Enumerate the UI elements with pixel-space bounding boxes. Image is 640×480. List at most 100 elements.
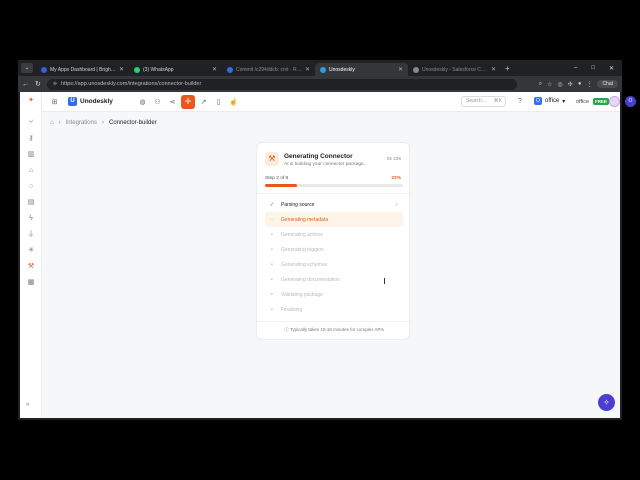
extension-icon[interactable]: ◎ — [558, 81, 563, 88]
plug-icon[interactable]: ⏚ — [26, 230, 36, 240]
card-footer: ⓘ Typically takes 10-15 minutes for comp… — [257, 327, 411, 333]
app-logo-icon[interactable]: ✦ — [26, 96, 36, 106]
step-counter: Step 2 of 8 — [265, 176, 289, 181]
key-icon[interactable]: ⚷ — [26, 134, 36, 144]
close-tab-icon[interactable]: ✕ — [212, 66, 217, 73]
expand-sidebar-icon[interactable]: » — [26, 402, 29, 408]
breadcrumb-separator: › — [58, 120, 61, 126]
step-item: ▪ Generating actions — [265, 227, 403, 242]
tab-label: Unosdeskly - Salesforce Connector — [422, 66, 488, 73]
pending-icon: ▪ — [271, 291, 273, 298]
minimize-button[interactable]: – — [574, 65, 577, 72]
card-title: Generating Connector — [284, 153, 353, 160]
browser-extensions: ⌕ ☆ ◎ ✣ ● ⋮ Chat — [539, 80, 618, 88]
generating-connector-card: ⚒ Generating Connector AI is building yo… — [256, 142, 411, 340]
browser-tab[interactable]: Unosdeskly ✕ — [315, 63, 408, 76]
wrench-icon[interactable]: ⚒ — [26, 262, 36, 272]
window-controls: – □ ✕ — [574, 65, 622, 76]
step-label: Finalizing — [281, 306, 303, 313]
close-tab-icon[interactable]: ✕ — [491, 66, 496, 73]
home-icon[interactable]: ⌂ — [50, 120, 54, 126]
close-window-button[interactable]: ✕ — [609, 65, 614, 72]
search-input[interactable]: Search... ⌘K — [461, 96, 506, 107]
puzzle-icon[interactable]: ✣ — [568, 81, 573, 88]
logo-text[interactable]: Unodeskly — [80, 98, 113, 105]
zoom-icon[interactable]: ⌕ — [539, 81, 542, 88]
app-window: ✦ ⑂ ⚷ ▥ ⌂ ○ ▤ ϟ ⏚ ✳ ⚒ ▦ » ⊞ U Unodeskly … — [20, 92, 636, 418]
breadcrumb-current: Connector-builder — [108, 120, 157, 126]
thumbs-up-icon[interactable]: ☝ — [229, 98, 238, 107]
search-placeholder: Search... — [466, 98, 487, 104]
close-tab-icon[interactable]: ✕ — [398, 66, 403, 73]
connector-builder-icon[interactable]: ✛ — [181, 95, 195, 109]
pending-icon: ▪ — [271, 261, 273, 268]
progress-bar — [265, 184, 403, 187]
tab-strip: ⌄ My Apps Dashboard | BrightSpring✕(3) W… — [18, 60, 622, 76]
tab-favicon-icon — [227, 66, 233, 73]
app-header: ⊞ U Unodeskly ◍ ⚇ ⋖ ✛ ↗ ▯ ☝ Search... ⌘K… — [42, 92, 636, 112]
chart-icon[interactable]: ▥ — [26, 150, 36, 160]
step-item: ▪ Finalizing — [265, 302, 403, 317]
workspace-switcher[interactable]: O office ▾ — [534, 97, 565, 105]
steps-list: ✓ Parsing source ✓ ◌ Generating metadata ▪ Gen… — [265, 197, 403, 317]
menu-icon[interactable]: ⋮ — [586, 81, 592, 88]
bookmark-icon[interactable]: ☆ — [547, 81, 552, 88]
tab-search-button[interactable]: ⌄ — [21, 63, 33, 73]
globe-icon[interactable]: ◍ — [138, 98, 147, 107]
document-icon[interactable]: ▤ — [26, 198, 36, 208]
step-status-mark: ✓ — [394, 201, 399, 208]
assistant-fab-button[interactable]: ✧ — [598, 394, 615, 411]
left-rail: ✦ ⑂ ⚷ ▥ ⌂ ○ ▤ ϟ ⏚ ✳ ⚒ ▦ » — [20, 92, 42, 418]
workspace-label: office — [576, 99, 590, 105]
close-tab-icon[interactable]: ✕ — [305, 66, 310, 73]
reload-icon[interactable]: ↻ — [35, 80, 41, 88]
check-icon: ✓ — [269, 201, 275, 208]
site-info-icon[interactable]: ⊜ — [53, 81, 57, 87]
browser-tab[interactable]: Unosdeskly - Salesforce Connector✕ — [408, 63, 501, 76]
maximize-button[interactable]: □ — [591, 65, 595, 72]
step-label: Generating documentation — [281, 276, 340, 283]
close-tab-icon[interactable]: ✕ — [119, 66, 124, 73]
browser-tab[interactable]: Commit /c294ddcb: cmt · Repo ✕ — [222, 63, 315, 76]
breadcrumb-integrations[interactable]: Integrations — [66, 120, 97, 126]
mouse-cursor — [384, 278, 388, 284]
pending-icon: ▪ — [271, 246, 273, 253]
workspace-name: office — [545, 98, 560, 104]
tab-favicon-icon — [413, 66, 419, 73]
chevron-down-icon: ▾ — [562, 98, 566, 105]
search-icon[interactable]: ○ — [26, 182, 36, 192]
assistant-avatar[interactable] — [609, 96, 620, 107]
trend-icon[interactable]: ↗ — [199, 98, 208, 107]
sparkle-icon[interactable]: ✳ — [26, 246, 36, 256]
spinner-icon: ◌ — [270, 216, 274, 223]
branch-icon[interactable]: ⑂ — [26, 118, 36, 128]
tab-favicon-icon — [41, 66, 47, 73]
profile-icon[interactable]: ● — [578, 81, 582, 87]
tools-icon: ⚒ — [265, 152, 279, 166]
new-tab-button[interactable]: + — [505, 64, 510, 73]
grid-icon[interactable]: ▦ — [26, 278, 36, 288]
logo-badge[interactable]: U — [68, 97, 77, 106]
bolt-icon[interactable]: ϟ — [26, 214, 36, 224]
browser-tab[interactable]: (3) WhatsApp ✕ — [129, 63, 222, 76]
chat-button[interactable]: Chat — [597, 80, 618, 88]
tab-label: Commit /c294ddcb: cmt · Repo — [236, 66, 302, 73]
back-icon[interactable]: ← — [22, 81, 29, 88]
url-field[interactable]: ⊜ https://app.unosdeskly.com/integration… — [46, 78, 517, 90]
browser-tab[interactable]: My Apps Dashboard | BrightSpring✕ — [36, 63, 129, 76]
step-label: Validating package — [281, 291, 323, 298]
breadcrumb: ⌂ › Integrations › Connector-builder — [50, 120, 157, 126]
apps-grid-icon[interactable]: ⊞ — [50, 98, 59, 107]
user-avatar[interactable]: O — [625, 96, 636, 107]
help-icon[interactable]: ? — [518, 98, 522, 105]
share-icon[interactable]: ⋖ — [168, 98, 177, 107]
tabs: My Apps Dashboard | BrightSpring✕(3) Wha… — [36, 63, 501, 76]
progress-percent: 23% — [391, 176, 401, 181]
browser-window: ⌄ My Apps Dashboard | BrightSpring✕(3) W… — [18, 60, 636, 420]
progress-fill — [265, 184, 297, 187]
bank-icon[interactable]: ⌂ — [26, 166, 36, 176]
tab-favicon-icon — [134, 66, 140, 73]
file-icon[interactable]: ▯ — [214, 98, 223, 107]
users-icon[interactable]: ⚇ — [153, 98, 162, 107]
search-shortcut: ⌘K — [493, 98, 502, 104]
